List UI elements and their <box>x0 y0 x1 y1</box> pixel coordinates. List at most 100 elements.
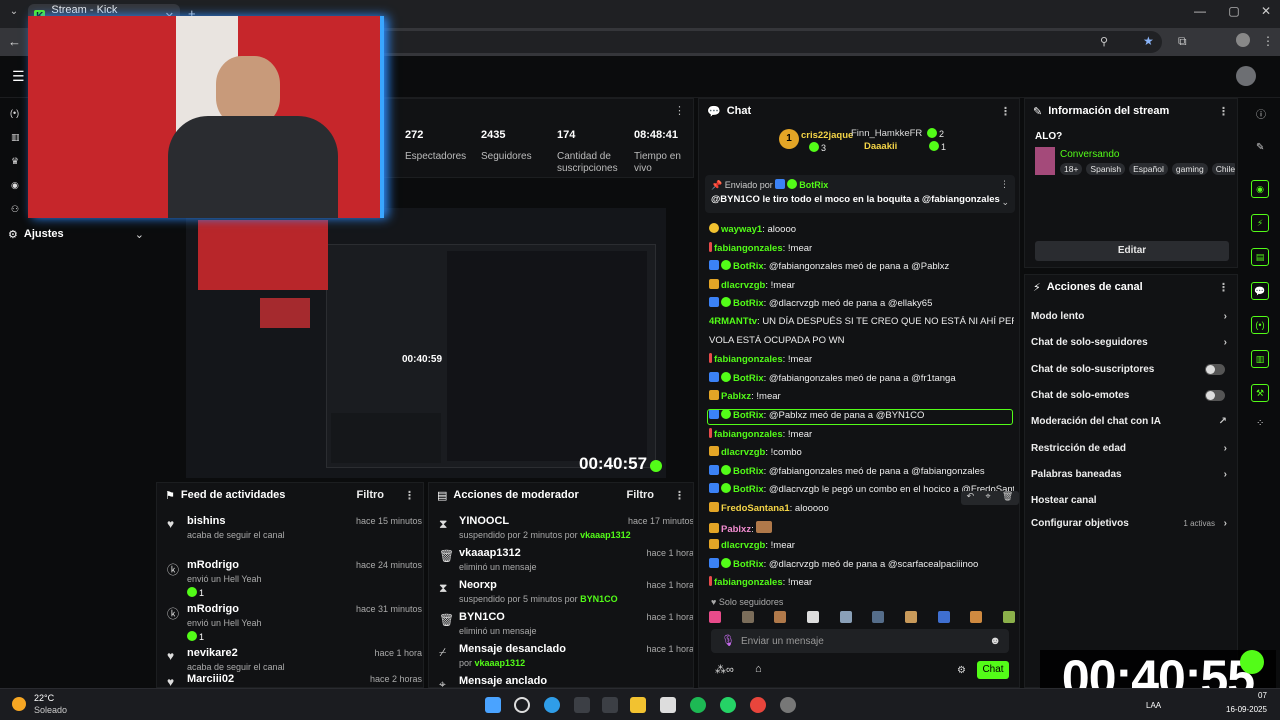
chat-username[interactable]: BotRix <box>733 373 764 384</box>
emote-icon[interactable] <box>709 611 721 623</box>
pin-icon[interactable]: ⌖ <box>986 491 991 505</box>
channel-action-item[interactable]: Modo lento › <box>1031 311 1227 322</box>
top-gifter-2[interactable]: Finn_HamkkeFR <box>851 128 922 139</box>
mic-icon[interactable]: 🎙 <box>721 634 735 647</box>
back-icon[interactable]: ← <box>8 34 21 49</box>
emote-icon[interactable] <box>741 611 754 623</box>
app-icon[interactable] <box>602 697 618 713</box>
pinned-message[interactable]: 📌 Enviado por BotRix @BYN1CO le tiro tod… <box>705 175 1015 213</box>
file-explorer-icon[interactable] <box>630 697 646 713</box>
extensions-icon[interactable]: ⧉ <box>1178 34 1187 49</box>
chrome-icon[interactable] <box>750 697 766 713</box>
emote-icon[interactable] <box>806 611 819 623</box>
top-gifter-1[interactable]: cris22jaque <box>801 130 853 141</box>
quick-action-button[interactable]: ▤ <box>1251 248 1269 266</box>
moderation-icon[interactable]: ◉ <box>11 180 19 191</box>
feed-item[interactable]: ⓚ mRodrigo envió un Hell Yeah hace 31 mi… <box>167 601 422 645</box>
channel-action-item[interactable]: Moderación del chat con IA ↗ <box>1031 416 1227 427</box>
language-indicator[interactable]: LAA <box>1146 701 1161 710</box>
unpin-icon[interactable]: ⋮ <box>1000 179 1009 190</box>
chat-tools-icon[interactable]: ⁂∞ <box>715 663 734 676</box>
activity-filter-button[interactable]: Filtro <box>357 489 385 501</box>
quick-action-button[interactable]: (•) <box>1251 316 1269 334</box>
expand-icon[interactable]: ⌄ <box>1001 197 1009 208</box>
chat-message[interactable]: dlacrvzgb: !mear <box>709 539 1014 552</box>
top-gifter-3[interactable]: Daaakii <box>864 141 897 152</box>
chat-message[interactable]: BotRix: @fabiangonzales meó de pana a @P… <box>709 260 1014 273</box>
maximize-button[interactable]: ▢ <box>1224 4 1244 22</box>
chat-message[interactable]: BotRix: @fabiangonzales meó de pana a @f… <box>709 464 1014 478</box>
trophy-icon[interactable]: ♛ <box>11 156 19 167</box>
stream-info-menu-icon[interactable]: ⋮ <box>1218 105 1229 118</box>
chat-username[interactable]: fabiangonzales <box>714 243 783 254</box>
community-icon[interactable]: ⚇ <box>11 204 19 215</box>
channel-action-item[interactable]: Chat de solo-seguidores › <box>1031 337 1227 348</box>
chat-message[interactable]: BotRix: @dlacrvzgb meó de pana a @ellaky… <box>709 297 1014 310</box>
toggle-switch[interactable] <box>1205 390 1225 401</box>
emote-icon[interactable] <box>872 611 885 623</box>
feed-item[interactable]: ♥ bishins acaba de seguir el canal hace … <box>167 513 422 557</box>
edit-icon[interactable]: ✎ <box>1256 142 1264 153</box>
spotify-icon[interactable] <box>690 697 706 713</box>
feed-item[interactable]: ♥ Marciii02 hace 2 horas <box>167 671 422 689</box>
profile-avatar[interactable] <box>1236 33 1250 47</box>
chat-username[interactable]: BotRix <box>733 466 764 477</box>
stream-category[interactable]: Conversando <box>1060 149 1119 160</box>
quick-action-button[interactable]: ◉ <box>1251 180 1269 198</box>
edge-icon[interactable] <box>544 697 560 713</box>
user-avatar[interactable] <box>1236 66 1256 86</box>
feed-item[interactable]: ⓚ mRodrigo envió un Hell Yeah hace 24 mi… <box>167 557 422 601</box>
channel-action-item[interactable]: Configurar objetivos › 1 activas <box>1031 518 1227 529</box>
chat-message[interactable]: fabiangonzales: !mear <box>709 576 1014 589</box>
chat-username[interactable]: BotRix <box>733 261 764 272</box>
emote-icon[interactable] <box>937 611 950 623</box>
activity-menu-icon[interactable]: ⋮ <box>404 489 415 502</box>
chat-username[interactable]: Pablxz <box>721 524 751 535</box>
chat-message[interactable]: BotRix: @dlacrvzgb meó de pana a @scarfa… <box>709 557 1014 571</box>
quick-action-button[interactable]: 💬 <box>1251 282 1269 300</box>
chat-username[interactable]: BotRix <box>733 484 764 495</box>
chat-settings-gear-icon[interactable]: ⚙ <box>957 665 966 676</box>
emote-icon[interactable] <box>904 611 917 623</box>
chat-username[interactable]: fabiangonzales <box>714 577 783 588</box>
chat-username[interactable]: BotRix <box>733 559 764 570</box>
channel-action-item[interactable]: Chat de solo-emotes <box>1031 390 1227 401</box>
chat-username[interactable]: wayway1 <box>721 224 762 235</box>
start-icon[interactable] <box>485 697 501 713</box>
chat-message[interactable]: 4RMANTtv: UN DÍA DESPUÉS SI TE CREO QUE … <box>709 316 1014 328</box>
bookmark-star-icon[interactable]: ★ <box>1143 34 1154 48</box>
store-icon[interactable]: ⌂ <box>755 663 762 675</box>
emote-icon[interactable] <box>839 611 852 623</box>
info-icon[interactable]: ⓘ <box>1256 106 1266 121</box>
stream-preview[interactable]: 00:40:59 00:40:57 <box>186 208 666 478</box>
chat-username[interactable]: dlacrvzgb <box>721 447 765 458</box>
quick-action-button[interactable]: ⚡ <box>1251 214 1269 232</box>
channel-action-item[interactable]: Chat de solo-suscriptores <box>1031 364 1227 375</box>
channel-action-item[interactable]: Restricción de edad › <box>1031 443 1227 454</box>
hamburger-menu-icon[interactable]: ☰ <box>12 68 25 85</box>
channel-action-item[interactable]: Hostear canal <box>1031 495 1227 506</box>
reply-icon[interactable]: ↶ <box>967 491 975 505</box>
chat-message[interactable]: Pablxz: <box>709 520 1014 536</box>
chat-username[interactable]: fabiangonzales <box>714 354 783 365</box>
chat-message[interactable]: fabiangonzales: !mear <box>709 353 1014 366</box>
chat-username[interactable]: FredoSantana1 <box>721 503 790 514</box>
chat-input[interactable]: 🎙 Enviar un mensaje ☻ <box>711 629 1009 653</box>
sidebar-settings[interactable]: ⚙ Ajustes ⌄ <box>8 226 144 242</box>
search-icon[interactable] <box>514 697 530 713</box>
chat-username[interactable]: Pablxz <box>721 391 751 402</box>
more-actions-icon[interactable]: ⁘ <box>1256 418 1264 429</box>
close-window-button[interactable]: ✕ <box>1256 4 1276 22</box>
mod-menu-icon[interactable]: ⋮ <box>674 489 685 502</box>
tab-search-icon[interactable]: ⌄ <box>6 6 22 22</box>
chat-username[interactable]: fabiangonzales <box>714 429 783 440</box>
quick-action-button[interactable]: ⚒ <box>1251 384 1269 402</box>
browser-menu-icon[interactable]: ⋮ <box>1262 34 1274 48</box>
chat-username[interactable]: dlacrvzgb <box>721 280 765 291</box>
edit-stream-info-button[interactable]: Editar <box>1035 241 1229 261</box>
chat-message[interactable]: dlacrvzgb: !combo <box>709 446 1014 459</box>
mod-filter-button[interactable]: Filtro <box>627 489 655 501</box>
quick-action-button[interactable]: ▥ <box>1251 350 1269 368</box>
whatsapp-icon[interactable] <box>720 697 736 713</box>
chat-message[interactable]: dlacrvzgb: !mear <box>709 278 1014 292</box>
